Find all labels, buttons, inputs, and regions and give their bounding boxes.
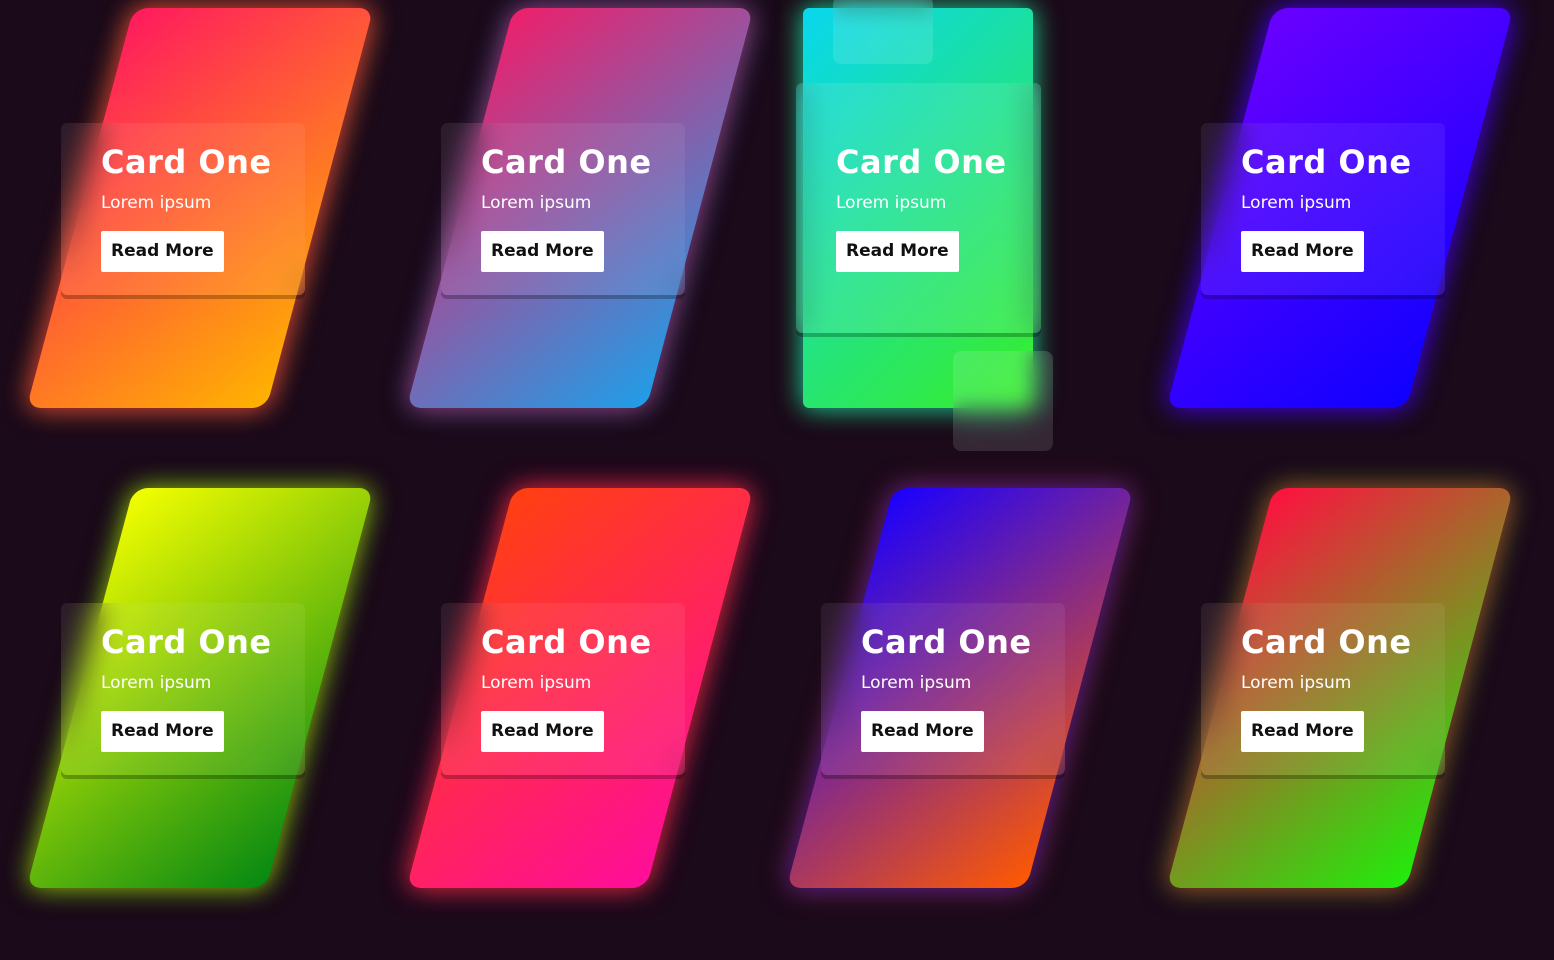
card-panel: Card One Lorem ipsum Read More [441,603,685,775]
card-panel: Card One Lorem ipsum Read More [61,123,305,295]
card-title: Card One [481,143,652,181]
card-8[interactable]: Card One Lorem ipsum Read More [1140,480,1520,960]
read-more-button[interactable]: Read More [481,711,604,752]
card-grid: Card One Lorem ipsum Read More Card One … [0,0,1554,916]
card-subtitle: Lorem ipsum [101,193,212,213]
read-more-button[interactable]: Read More [836,231,959,272]
card-subtitle: Lorem ipsum [481,193,592,213]
card-subtitle: Lorem ipsum [1241,673,1352,693]
read-more-button[interactable]: Read More [101,711,224,752]
card-subtitle: Lorem ipsum [836,193,947,213]
card-title: Card One [1241,143,1412,181]
card-subtitle: Lorem ipsum [861,673,972,693]
read-more-button[interactable]: Read More [1241,711,1364,752]
card-subtitle: Lorem ipsum [1241,193,1352,213]
card-title: Card One [101,623,272,661]
card-panel: Card One Lorem ipsum Read More [1201,123,1445,295]
card-title: Card One [861,623,1032,661]
glass-square-top [833,0,933,64]
card-panel: Card One Lorem ipsum Read More [441,123,685,295]
read-more-button[interactable]: Read More [101,231,224,272]
read-more-button[interactable]: Read More [861,711,984,752]
read-more-button[interactable]: Read More [481,231,604,272]
read-more-button[interactable]: Read More [1241,231,1364,272]
card-7[interactable]: Card One Lorem ipsum Read More [760,480,1140,960]
card-2[interactable]: Card One Lorem ipsum Read More [380,0,760,480]
card-panel: Card One Lorem ipsum Read More [796,83,1041,333]
card-title: Card One [836,143,1007,181]
card-panel: Card One Lorem ipsum Read More [61,603,305,775]
card-1[interactable]: Card One Lorem ipsum Read More [0,0,380,480]
card-6[interactable]: Card One Lorem ipsum Read More [380,480,760,960]
card-title: Card One [1241,623,1412,661]
card-panel: Card One Lorem ipsum Read More [821,603,1065,775]
card-subtitle: Lorem ipsum [101,673,212,693]
glass-square-bottom [953,351,1053,451]
card-panel: Card One Lorem ipsum Read More [1201,603,1445,775]
card-3-hovered[interactable]: Card One Lorem ipsum Read More [780,0,1160,480]
card-title: Card One [481,623,652,661]
card-4[interactable]: Card One Lorem ipsum Read More [1140,0,1520,480]
card-subtitle: Lorem ipsum [481,673,592,693]
card-5[interactable]: Card One Lorem ipsum Read More [0,480,380,960]
card-title: Card One [101,143,272,181]
